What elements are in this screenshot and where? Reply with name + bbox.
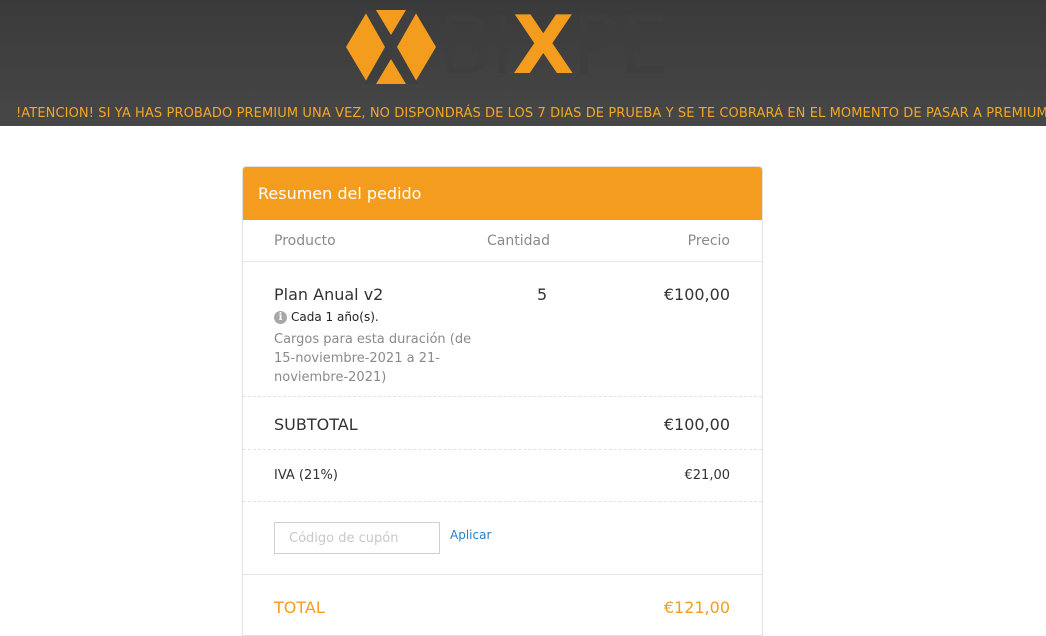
- subtotal-value: €100,00: [663, 415, 730, 434]
- coupon-input[interactable]: Código de cupón: [274, 522, 440, 554]
- premium-warning: !ATENCION! SI YA HAS PROBADO PREMIUM UNA…: [16, 106, 1046, 121]
- product-price: €100,00: [663, 285, 730, 304]
- divider: [243, 501, 762, 502]
- column-product: Producto: [274, 233, 336, 249]
- divider: [243, 574, 762, 575]
- column-quantity: Cantidad: [487, 233, 550, 249]
- subtotal-label: SUBTOTAL: [274, 415, 358, 434]
- billing-cycle: i Cada 1 año(s).: [274, 310, 379, 324]
- header-bar: BIXPE !ATENCION! SI YA HAS PROBADO PREMI…: [0, 0, 1046, 126]
- total-value: €121,00: [663, 598, 730, 617]
- divider: [243, 396, 762, 397]
- logo-prefix: BI: [438, 0, 514, 92]
- product-quantity: 5: [537, 285, 548, 304]
- tax-label: IVA (21%): [274, 468, 338, 483]
- header-divider: [243, 261, 762, 262]
- logo-accent: X: [512, 0, 574, 92]
- logo-x-mark-icon: [346, 10, 436, 84]
- order-summary-title: Resumen del pedido: [243, 167, 762, 220]
- column-price: Precio: [687, 233, 730, 249]
- charges-note: Cargos para esta duración (de 15-noviemb…: [274, 332, 472, 385]
- order-summary-card: Resumen del pedido Producto Cantidad Pre…: [242, 166, 763, 636]
- product-name: Plan Anual v2: [274, 285, 384, 304]
- bixpe-logo[interactable]: BIXPE: [346, 2, 669, 92]
- tax-value: €21,00: [684, 468, 731, 483]
- billing-cycle-text: Cada 1 año(s).: [291, 310, 379, 324]
- info-icon: i: [274, 310, 287, 324]
- apply-coupon-link[interactable]: Aplicar: [450, 528, 491, 542]
- divider: [243, 449, 762, 450]
- total-label: TOTAL: [274, 598, 325, 617]
- logo-suffix: PE: [572, 0, 669, 92]
- logo-wordmark: BIXPE: [438, 6, 669, 86]
